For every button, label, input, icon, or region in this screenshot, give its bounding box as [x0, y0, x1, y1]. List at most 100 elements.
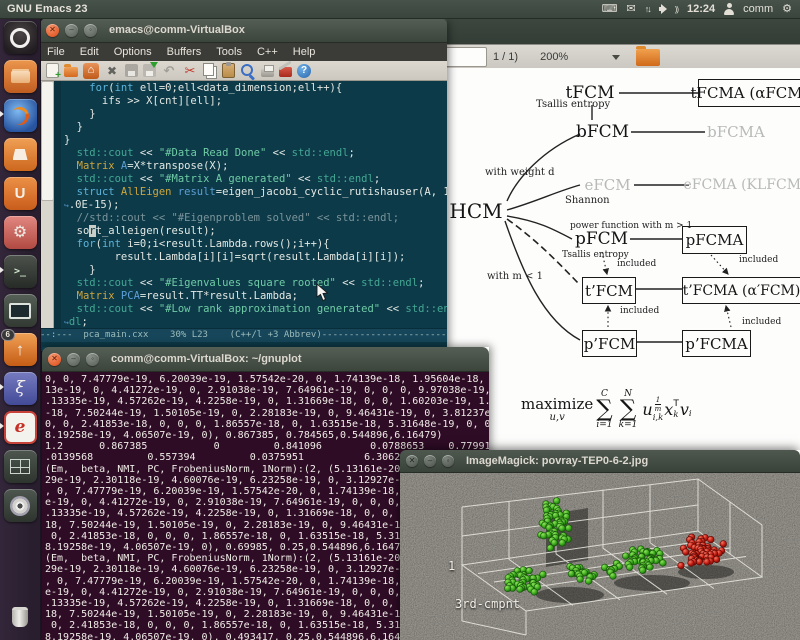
open-folder-icon[interactable] [636, 49, 660, 66]
username[interactable]: comm [743, 3, 773, 15]
menu-c[interactable]: C++ [257, 46, 278, 58]
launcher-item-files[interactable] [0, 57, 40, 96]
launcher-item-ubuntu-home[interactable] [0, 18, 40, 57]
launcher-item-system-settings[interactable]: ⚙ [0, 213, 40, 252]
close-buffer-icon[interactable]: ✖ [104, 63, 120, 79]
code-line: Matrix PCA=result.TT*result.Lambda; [64, 290, 447, 303]
files-icon [4, 60, 37, 93]
user-menu-icon[interactable] [724, 3, 734, 15]
terminal-line: 0, 0, 2.41853e-18, 0, 0, 0, 1.86557e-18,… [45, 419, 489, 430]
launcher-item-emacs[interactable]: ξ [0, 369, 40, 408]
menu-help[interactable]: Help [293, 46, 316, 58]
close-button[interactable]: ✕ [48, 353, 61, 366]
imagemagick-window: ✕ – ◦ ImageMagick: povray-TEP0-6-2.jpg [400, 450, 800, 640]
evince-window: 1 / 1) 200% [443, 18, 800, 470]
menu-options[interactable]: Options [114, 46, 152, 58]
menu-edit[interactable]: Edit [80, 46, 99, 58]
launcher-item-trash[interactable] [0, 597, 40, 636]
diagram-label: Tsallis entropy [536, 99, 610, 110]
mouse-cursor [316, 283, 329, 302]
sum-i: C ∑ i=1 [596, 390, 612, 430]
sound-waves-icon: )) [675, 5, 678, 14]
launcher-item-firefox[interactable] [0, 96, 40, 135]
launcher-item-disc[interactable] [0, 486, 40, 525]
close-button[interactable]: ✕ [46, 24, 59, 37]
launcher-item-terminal[interactable]: >_ [0, 252, 40, 291]
code-line: result.Lambda[i][i]=sqrt(result.Lambda[i… [64, 251, 447, 264]
code-line: //std::cout << "#Eigenproblem solved" <<… [64, 212, 447, 225]
print-icon[interactable] [261, 69, 274, 77]
fringe [54, 81, 61, 328]
scrollbar[interactable] [40, 81, 54, 328]
cut-icon[interactable]: ✂ [182, 63, 198, 79]
top-panel: GNU Emacs 23 ⌨ ✉ ↑↓ )) 12:24 comm ⚙ [0, 0, 800, 19]
menu-buffers[interactable]: Buffers [167, 46, 202, 58]
dired-home-icon[interactable]: ⌂ [83, 63, 99, 79]
mail-indicator-icon[interactable]: ✉ [626, 0, 635, 18]
clock[interactable]: 12:24 [687, 3, 715, 15]
maximize-button[interactable]: ◦ [442, 455, 454, 467]
code-line: std::cout << "#Low rank approximation ge… [64, 303, 447, 316]
diagram-label: included [739, 255, 778, 265]
axis-label-1: 1 [448, 559, 455, 573]
new-file-icon[interactable] [46, 63, 59, 78]
software-updater-icon: ↑6 [4, 333, 37, 366]
code-buffer[interactable]: for(int ell=0;ell<data_dimension;ell++){… [61, 81, 447, 328]
code-line: struct AllEigen result=eigen_jacobi_cycl… [64, 186, 447, 199]
launcher-item-workspace-switcher[interactable] [0, 447, 40, 486]
launcher-item-software-updater[interactable]: ↑6 [0, 330, 40, 369]
diagram-label: Shannon [565, 195, 610, 206]
launcher-item-displays[interactable] [0, 291, 40, 330]
page-number-input[interactable] [445, 47, 487, 67]
code-line: Matrix A=X*transpose(X); [64, 160, 447, 173]
keyboard-indicator-icon[interactable]: ⌨ [602, 0, 618, 18]
window-title: comm@comm-VirtualBox: ~/gnuplot [111, 353, 302, 365]
emacs-icon: ξ [4, 372, 37, 405]
search-icon[interactable] [240, 63, 256, 79]
emacs-window: ✕ – ◦ emacs@comm-VirtualBox File Edit Opti… [40, 18, 447, 347]
close-button[interactable]: ✕ [406, 455, 418, 467]
help-icon[interactable]: ? [297, 64, 311, 78]
code-line: } [64, 121, 447, 134]
emacs-toolbar: ⌂ ✖ ↶ ✂? [40, 61, 447, 81]
launcher-item-document-viewer[interactable]: e [0, 408, 40, 447]
objective-formula: maximize u,v C ∑ i=1 N ∑ k=1 u1mi,k xTk … [521, 390, 693, 430]
maximize-button[interactable]: ◦ [86, 353, 99, 366]
diagram-node-pFCM: pFCM [574, 229, 629, 249]
customize-icon[interactable] [279, 67, 292, 77]
axis-label-3rd-cmpnt: 3rd-cmpnt [455, 597, 520, 611]
minimize-button[interactable]: – [424, 455, 436, 467]
chevron-down-icon[interactable] [612, 55, 620, 64]
save-as-icon[interactable] [143, 64, 156, 77]
imagemagick-titlebar[interactable]: ✕ – ◦ ImageMagick: povray-TEP0-6-2.jpg [400, 450, 800, 473]
sum-k: N ∑ k=1 [619, 390, 638, 430]
code-line: for(int ell=0;ell<data_dimension;ell++){ [64, 82, 447, 95]
diagram-label: power function with m > 1 [570, 221, 692, 231]
terminal-titlebar[interactable]: ✕ – ◦ comm@comm-VirtualBox: ~/gnuplot [42, 347, 489, 372]
copy-icon[interactable] [203, 63, 214, 76]
diagram-label: with m < 1 [487, 271, 543, 282]
sound-indicator-icon[interactable] [659, 3, 672, 15]
open-file-icon[interactable] [64, 67, 78, 77]
maximize-button[interactable]: ◦ [84, 24, 97, 37]
save-icon[interactable] [125, 64, 138, 77]
zoom-level-select[interactable]: 200% [540, 51, 568, 63]
launcher-item-software-center[interactable] [0, 135, 40, 174]
session-gear-icon[interactable]: ⚙ [782, 0, 792, 18]
scrollbar-thumb[interactable] [41, 81, 54, 201]
launcher-item-ubuntu-one[interactable]: U [0, 174, 40, 213]
evince-titlebar[interactable] [443, 18, 800, 44]
network-indicator-icon[interactable]: ↑↓ [645, 4, 650, 14]
diagram-node-bFCM: bFCM [575, 121, 630, 142]
menu-file[interactable]: File [47, 46, 65, 58]
document-viewer-icon: e [4, 411, 37, 444]
undo-icon[interactable]: ↶ [161, 63, 177, 79]
minimize-button[interactable]: – [67, 353, 80, 366]
pdf-page: tFCMtFCMA (αFCM)bFCMbFCMAeFCMeFCMA (KLFC… [443, 68, 800, 470]
paste-icon[interactable] [222, 63, 235, 78]
diagram-node-bFCMA: bFCMA [705, 122, 767, 142]
window-title: ImageMagick: povray-TEP0-6-2.jpg [466, 455, 648, 467]
emacs-titlebar[interactable]: ✕ – ◦ emacs@comm-VirtualBox [40, 18, 447, 43]
menu-tools[interactable]: Tools [216, 46, 242, 58]
minimize-button[interactable]: – [65, 24, 78, 37]
